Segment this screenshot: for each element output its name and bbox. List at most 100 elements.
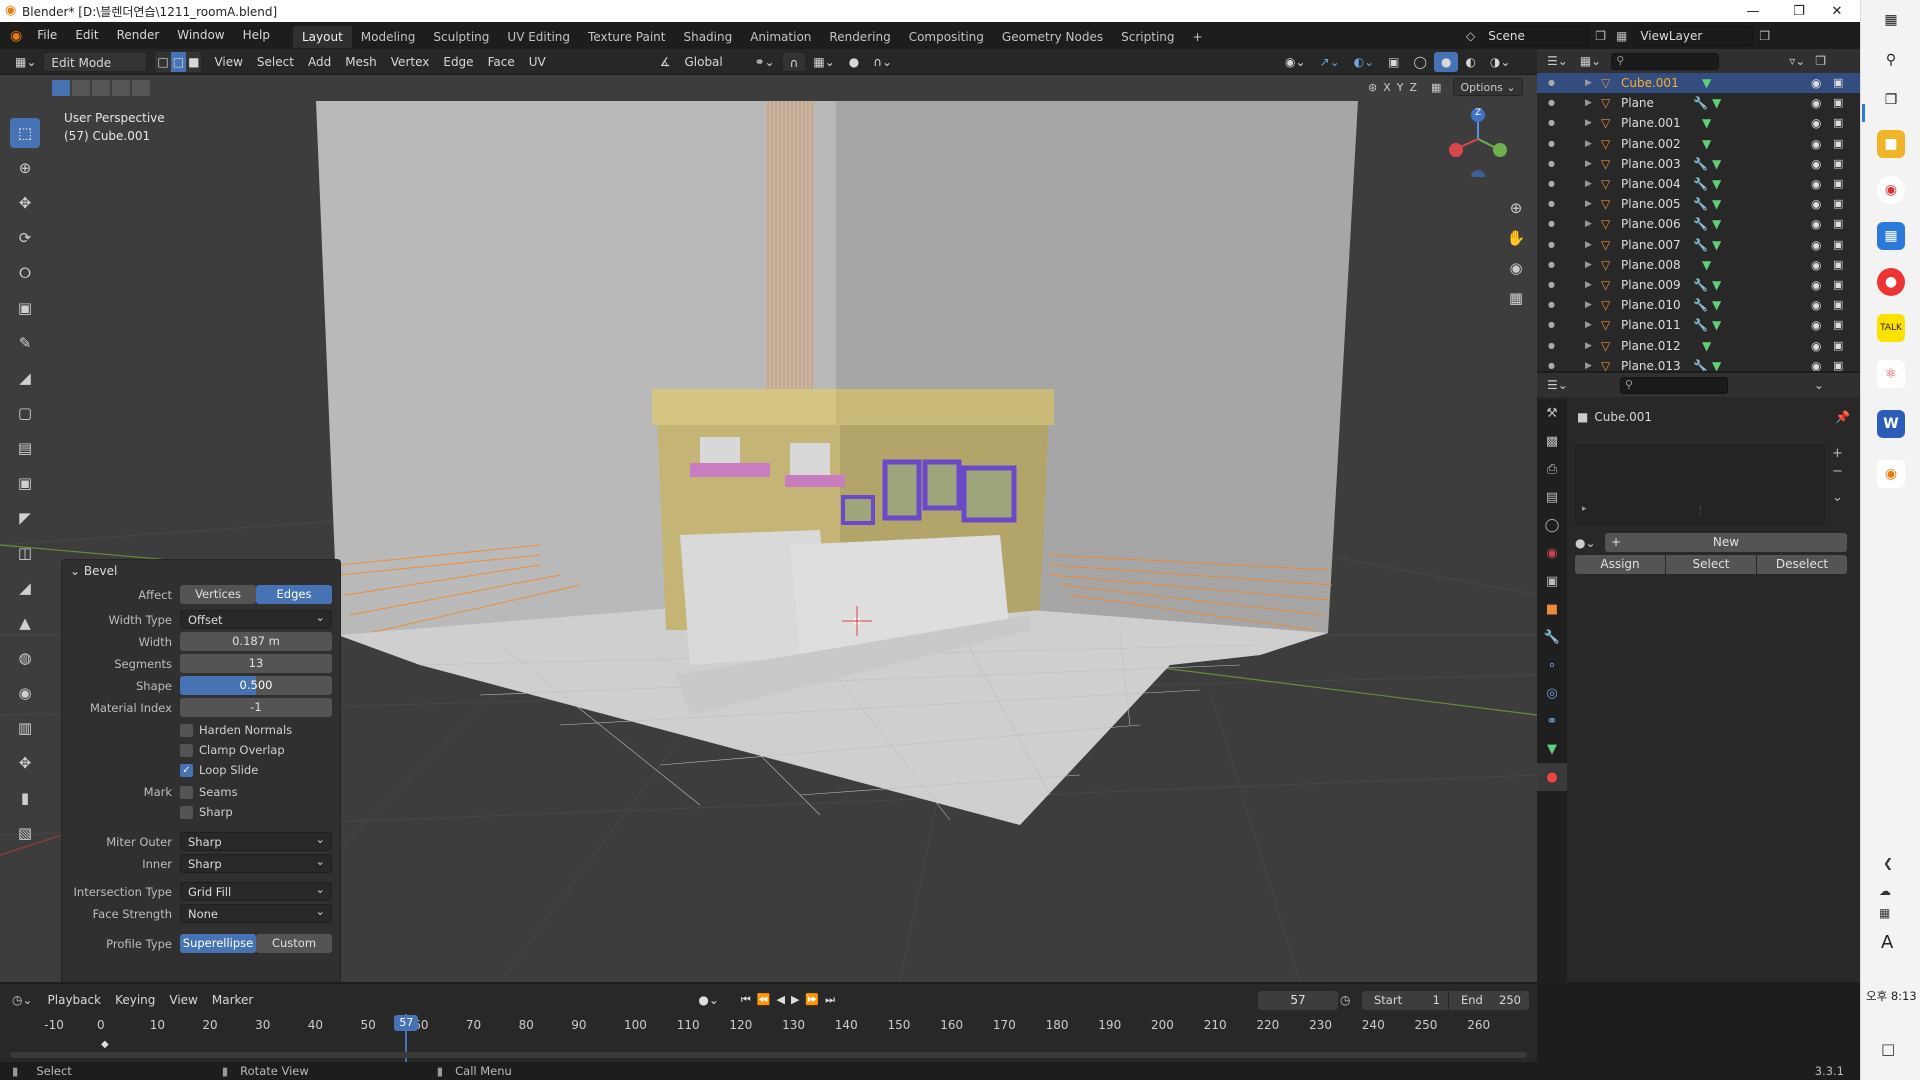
profile-custom-option[interactable]: Custom bbox=[256, 934, 332, 953]
outliner-row[interactable]: ● ▶ ▽ Plane.011 🔧 ▼ ◉ ▣ bbox=[1537, 315, 1860, 335]
measure-tool-icon[interactable]: ◢ bbox=[10, 363, 40, 393]
render-camera-icon[interactable]: ▣ bbox=[1833, 255, 1843, 275]
render-camera-icon[interactable]: ▣ bbox=[1833, 214, 1843, 234]
visibility-eye-icon[interactable]: ◉ bbox=[1811, 93, 1821, 113]
modifier-icon[interactable]: 🔧 bbox=[1693, 275, 1708, 295]
knife-tool-icon[interactable]: ◢ bbox=[10, 573, 40, 603]
expand-arrow-icon[interactable]: ▶ bbox=[1585, 134, 1592, 154]
tab-texture-paint[interactable]: Texture Paint bbox=[579, 26, 674, 48]
tab-geometry-nodes[interactable]: Geometry Nodes bbox=[993, 26, 1112, 48]
render-camera-icon[interactable]: ▣ bbox=[1833, 275, 1843, 295]
mesh-data-icon[interactable]: ▼ bbox=[1712, 214, 1721, 234]
modifier-icon[interactable]: 🔧 bbox=[1693, 93, 1708, 113]
tab-scripting[interactable]: Scripting bbox=[1112, 26, 1183, 48]
scene-selector[interactable]: Scene bbox=[1481, 25, 1590, 46]
width-type-dropdown[interactable]: Offset bbox=[180, 608, 332, 629]
outliner-row[interactable]: ● ▶ ▽ Plane.007 🔧 ▼ ◉ ▣ bbox=[1537, 235, 1860, 255]
render-camera-icon[interactable]: ▣ bbox=[1833, 336, 1843, 356]
tool-tab-icon[interactable]: ⚒ bbox=[1537, 399, 1567, 427]
assign-button[interactable]: Assign bbox=[1575, 555, 1665, 574]
render-camera-icon[interactable]: ▣ bbox=[1833, 113, 1843, 133]
wireframe-shading-icon[interactable]: ◯ bbox=[1407, 52, 1434, 72]
select-extend-icon[interactable] bbox=[72, 80, 90, 96]
mesh-data-icon[interactable]: ▼ bbox=[1702, 134, 1711, 154]
menu-edit[interactable]: Edit bbox=[66, 22, 107, 49]
extrude-tool-icon[interactable]: ▤ bbox=[10, 433, 40, 463]
material-slots-list[interactable]: ▸ ⋮ bbox=[1575, 445, 1825, 525]
render-camera-icon[interactable]: ▣ bbox=[1833, 73, 1843, 93]
expand-arrow-icon[interactable]: ▶ bbox=[1585, 356, 1592, 371]
expand-arrow-icon[interactable]: ▶ bbox=[1585, 194, 1592, 214]
outliner-search-input[interactable]: ⚲ bbox=[1611, 52, 1720, 70]
vp-menu-add[interactable]: Add bbox=[301, 52, 338, 72]
expand-arrow-icon[interactable]: ▶ bbox=[1585, 315, 1592, 335]
modifier-icon[interactable]: 🔧 bbox=[1693, 356, 1708, 371]
visibility-eye-icon[interactable]: ◉ bbox=[1811, 113, 1821, 133]
visibility-eye-icon[interactable]: ◉ bbox=[1811, 73, 1821, 93]
modifier-icon[interactable]: 🔧 bbox=[1693, 194, 1708, 214]
axis-z-toggle[interactable]: Z bbox=[1410, 81, 1418, 94]
pin-icon[interactable]: 📌 bbox=[1835, 410, 1850, 424]
modifier-tab-icon[interactable]: 🔧 bbox=[1537, 623, 1567, 651]
add-slot-icon[interactable]: + bbox=[1832, 445, 1843, 463]
new-material-button[interactable]: + New bbox=[1605, 533, 1847, 552]
outliner-row[interactable]: ● ▶ ▽ Plane.013 🔧 ▼ ◉ ▣ bbox=[1537, 356, 1860, 371]
material-browse-icon[interactable]: ●⌄ bbox=[1575, 536, 1605, 550]
display-icon[interactable]: ▦ bbox=[1879, 906, 1890, 920]
record-app-icon[interactable]: ● bbox=[1877, 268, 1905, 296]
visibility-eye-icon[interactable]: ◉ bbox=[1811, 336, 1821, 356]
modifier-icon[interactable]: 🔧 bbox=[1693, 214, 1708, 234]
tab-compositing[interactable]: Compositing bbox=[900, 26, 993, 48]
search-icon[interactable]: ⚲ bbox=[1877, 46, 1905, 74]
new-collection-icon[interactable]: ❐ bbox=[1815, 54, 1826, 68]
modifier-icon[interactable]: 🔧 bbox=[1693, 174, 1708, 194]
miter-outer-dropdown[interactable]: Sharp bbox=[180, 830, 332, 851]
cursor-tool-icon[interactable]: ⊕ bbox=[10, 153, 40, 183]
word-icon[interactable]: W bbox=[1877, 410, 1905, 438]
ortho-grid-icon[interactable]: ▦ bbox=[1502, 283, 1530, 313]
segments-field[interactable]: 13 bbox=[180, 654, 332, 673]
expand-arrow-icon[interactable]: ▶ bbox=[1585, 174, 1592, 194]
expand-arrow-icon[interactable]: ▶ bbox=[1585, 275, 1592, 295]
outliner-editor-type-icon[interactable]: ☰⌄ bbox=[1547, 54, 1568, 68]
render-camera-icon[interactable]: ▣ bbox=[1833, 295, 1843, 315]
vertex-select-icon[interactable]: □ bbox=[155, 51, 171, 72]
mesh-data-icon[interactable]: ▼ bbox=[1712, 154, 1721, 174]
outliner-row[interactable]: ● ▶ ▽ Plane.005 🔧 ▼ ◉ ▣ bbox=[1537, 194, 1860, 214]
blender-menu-icon[interactable]: ◉ bbox=[10, 28, 22, 44]
visibility-eye-icon[interactable]: ◉ bbox=[1811, 275, 1821, 295]
rip-tool-icon[interactable]: ▧ bbox=[10, 818, 40, 848]
outliner-row[interactable]: ● ▶ ▽ Plane.012 ▼ ◉ ▣ bbox=[1537, 336, 1860, 356]
particles-tab-icon[interactable]: ∘ bbox=[1537, 651, 1567, 679]
outliner-display-mode-icon[interactable]: ▦⌄ bbox=[1580, 54, 1601, 68]
edge-select-icon[interactable]: □ bbox=[170, 51, 187, 72]
input-method-label[interactable]: A bbox=[1881, 932, 1893, 953]
scale-tool-icon[interactable]: ⭘ bbox=[10, 258, 40, 288]
collection-tab-icon[interactable]: ▣ bbox=[1537, 567, 1567, 595]
mesh-data-icon[interactable]: ▼ bbox=[1712, 194, 1721, 214]
render-camera-icon[interactable]: ▣ bbox=[1833, 315, 1843, 335]
world-tab-icon[interactable]: ◉ bbox=[1537, 539, 1567, 567]
render-tab-icon[interactable]: ▩ bbox=[1537, 427, 1567, 455]
visibility-eye-icon[interactable]: ◉ bbox=[1811, 154, 1821, 174]
material-index-field[interactable]: -1 bbox=[180, 698, 332, 717]
output-tab-icon[interactable]: ⎙ bbox=[1537, 455, 1567, 483]
mesh-data-icon[interactable]: ▼ bbox=[1702, 113, 1711, 133]
vp-menu-mesh[interactable]: Mesh bbox=[338, 52, 384, 72]
axis-y-toggle[interactable]: Y bbox=[1397, 81, 1404, 94]
visibility-eye-icon[interactable]: ◉ bbox=[1811, 356, 1821, 371]
mesh-data-icon[interactable]: ▼ bbox=[1702, 73, 1711, 93]
menu-file[interactable]: File bbox=[28, 22, 66, 49]
affect-vertices-option[interactable]: Vertices bbox=[180, 585, 256, 604]
object-tab-icon[interactable]: ■ bbox=[1537, 595, 1567, 623]
show-hidden-icons[interactable]: ❮ bbox=[1883, 856, 1893, 870]
falloff-icon[interactable]: ∩⌄ bbox=[866, 52, 899, 72]
rendered-shading-icon[interactable]: ◑⌄ bbox=[1483, 52, 1518, 72]
snap-icon[interactable]: ∩ bbox=[781, 51, 807, 72]
move-tool-icon[interactable]: ✥ bbox=[10, 188, 40, 218]
expand-arrow-icon[interactable]: ▶ bbox=[1585, 336, 1592, 356]
overlay-icon[interactable]: ◐⌄ bbox=[1347, 52, 1382, 72]
select-invert-icon[interactable] bbox=[112, 80, 130, 96]
select-new-icon[interactable] bbox=[52, 80, 70, 96]
render-camera-icon[interactable]: ▣ bbox=[1833, 154, 1843, 174]
